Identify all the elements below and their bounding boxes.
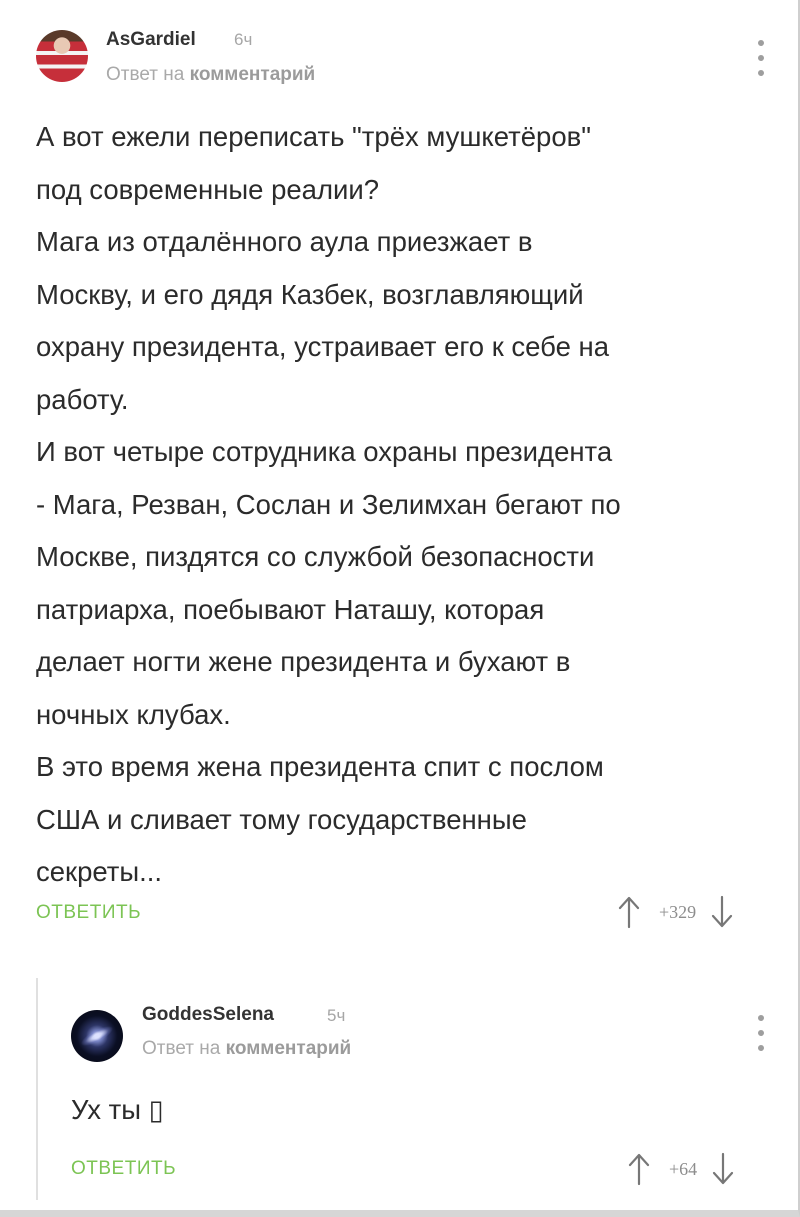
reply-button[interactable]: ОТВЕТИТЬ [36,902,141,924]
arrow-up-icon[interactable] [627,1152,651,1186]
menu-dot [758,1045,764,1051]
more-vertical-icon[interactable] [756,40,766,76]
reply-to-link[interactable]: комментарий [190,64,316,85]
comment-text: Ух ты ▯ [71,1094,164,1125]
reply-to-prefix: Ответ на [142,1038,226,1059]
comment-time: 5ч [327,1006,346,1025]
comment-score: +64 [669,1158,698,1179]
comment-score: +329 [659,901,697,922]
menu-dot [758,70,764,76]
arrow-down-icon[interactable] [710,895,734,929]
menu-dot [758,40,764,46]
more-vertical-icon[interactable] [756,1015,766,1051]
reply-to-info: Ответ на комментарий [106,64,315,86]
comment: AsGardiel 6ч Ответ на комментарий А вот … [0,0,800,960]
vote-controls: +64 [627,1152,735,1186]
reply-to-info: Ответ на комментарий [142,1038,351,1060]
menu-dot [758,1030,764,1036]
menu-dot [758,1015,764,1021]
reply-to-link[interactable]: комментарий [226,1038,352,1059]
comment-author[interactable]: AsGardiel [106,29,196,51]
comment-time: 6ч [234,30,253,49]
reply-button[interactable]: ОТВЕТИТЬ [71,1158,176,1180]
reply-to-prefix: Ответ на [106,64,190,85]
comment-text: А вот ежели переписать "трёх мушкетёров"… [36,121,621,887]
user-avatar-icon[interactable] [36,30,88,82]
reply-comment: GoddesSelena 5ч Ответ на комментарий Ух … [0,960,800,1210]
arrow-up-icon[interactable] [617,895,641,929]
comment-author[interactable]: GoddesSelena [142,1004,274,1026]
vote-controls: +329 [617,895,734,929]
menu-dot [758,55,764,61]
arrow-down-icon[interactable] [711,1152,735,1186]
galaxy-avatar-icon[interactable] [71,1010,123,1062]
